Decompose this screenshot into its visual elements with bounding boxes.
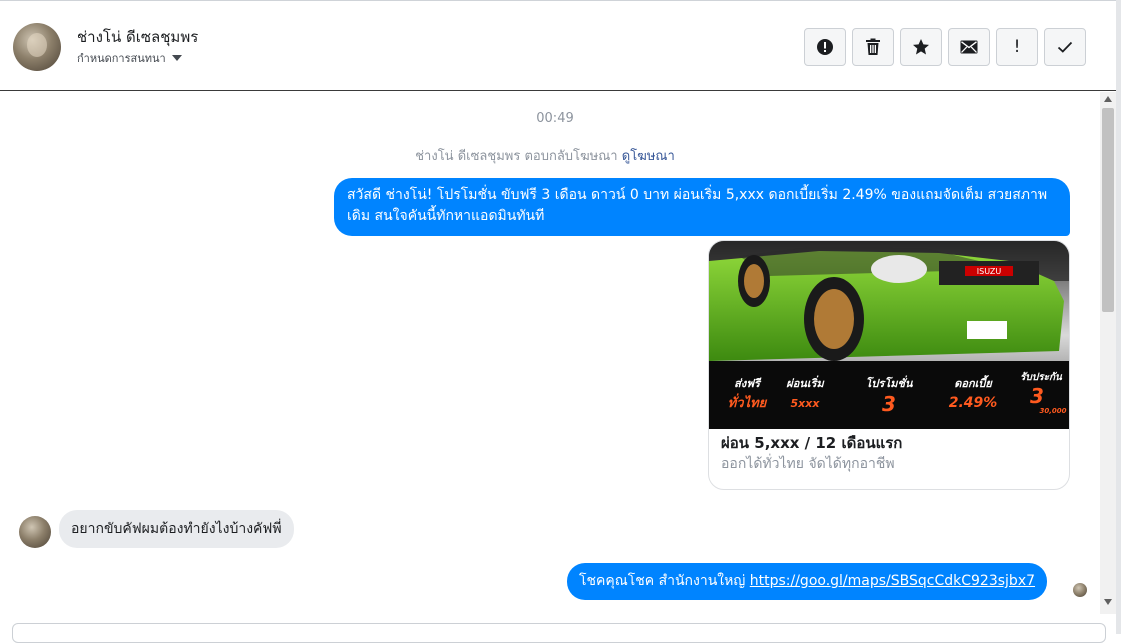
follow-up-button[interactable]: !: [996, 28, 1038, 66]
mark-done-button[interactable]: [1044, 28, 1086, 66]
exclamation-icon: !: [1013, 37, 1021, 57]
contact-avatar[interactable]: [13, 23, 61, 71]
promo-label: ส่งฟรี: [734, 377, 762, 390]
promo-value: 3: [882, 392, 896, 416]
ad-reply-text: ช่างโน่ ดีเซลชุมพร ตอบกลับโฆษณา: [415, 149, 618, 164]
report-spam-button[interactable]: [804, 28, 846, 66]
warranty-note: 30,000: [1039, 407, 1066, 415]
thread-scrollbar[interactable]: [1100, 92, 1116, 614]
promo-value: 5xxx: [791, 397, 821, 410]
promo-label: รับประกัน: [1020, 371, 1063, 383]
window-edge: [1116, 0, 1121, 634]
ad-card[interactable]: ISUZU ส่งฟรี ทั่วไทย ผ่อนเริ่ม 5xxx โปรโ…: [708, 240, 1070, 490]
promo-value: ทั่วไทย: [728, 393, 768, 411]
trash-icon: [866, 38, 880, 55]
mail-icon: [960, 40, 978, 54]
view-ad-link[interactable]: ดูโฆษณา: [622, 149, 675, 164]
delete-button[interactable]: [852, 28, 894, 66]
promo-label: ผ่อนเริ่ม: [786, 375, 825, 390]
outgoing-message[interactable]: สวัสดี ช่างโน่! โปรโมชั่น ขับฟรี 3 เดือน…: [334, 178, 1070, 236]
alert-circle-icon: [817, 39, 833, 55]
assign-conversation-dropdown[interactable]: กำหนดการสนทนา: [77, 49, 182, 67]
sender-avatar[interactable]: [19, 516, 51, 548]
promo-value: 2.49%: [949, 395, 998, 411]
star-button[interactable]: [900, 28, 942, 66]
car-brand-text: ISUZU: [977, 267, 1002, 276]
scroll-up-arrow-icon[interactable]: [1104, 96, 1112, 102]
ad-card-subtitle: ออกได้ทั่วไทย จัดได้ทุกอาชีพ: [721, 456, 895, 472]
seen-indicator-avatar: [1073, 583, 1087, 597]
scroll-down-arrow-icon[interactable]: [1104, 599, 1112, 605]
caret-down-icon: [171, 55, 182, 61]
ad-reply-notice: ช่างโน่ ดีเซลชุมพร ตอบกลับโฆษณา ดูโฆษณา: [0, 145, 1090, 166]
conversation-header: ช่างโน่ ดีเซลชุมพร กำหนดการสนทนา !: [0, 0, 1116, 91]
message-timestamp: 00:49: [536, 111, 574, 126]
outgoing-message[interactable]: โชคคุณโชค สำนักงานใหญ่ https://goo.gl/ma…: [567, 563, 1048, 600]
check-icon: [1057, 41, 1073, 53]
ad-card-title[interactable]: ผ่อน 5,xxx / 12 เดือนแรก: [721, 431, 902, 455]
message-thread[interactable]: 00:49 ช่างโน่ ดีเซลชุมพร ตอบกลับโฆษณา ดู…: [0, 92, 1100, 614]
message-text: โชคคุณโชค สำนักงานใหญ่: [579, 573, 746, 589]
scrollbar-thumb[interactable]: [1102, 108, 1114, 312]
ad-card-image[interactable]: ISUZU ส่งฟรี ทั่วไทย ผ่อนเริ่ม 5xxx โปรโ…: [709, 241, 1069, 429]
promo-label: โปรโมชั่น: [866, 375, 913, 390]
assign-conversation-label: กำหนดการสนทนา: [77, 52, 166, 65]
mark-unread-button[interactable]: [948, 28, 990, 66]
promo-label: ดอกเบี้ย: [954, 375, 993, 390]
message-composer[interactable]: [12, 623, 1106, 643]
conversation-toolbar: !: [804, 28, 1086, 66]
contact-name[interactable]: ช่างโน่ ดีเซลชุมพร: [77, 25, 198, 49]
incoming-message[interactable]: อยากขับคัฟผมต้องทำยังไงบ้างคัฟพี่: [59, 510, 294, 548]
map-link[interactable]: https://goo.gl/maps/SBSqcCdkC923sjbx7: [750, 573, 1035, 589]
promo-value: 3: [1030, 384, 1044, 408]
star-icon: [913, 39, 929, 55]
